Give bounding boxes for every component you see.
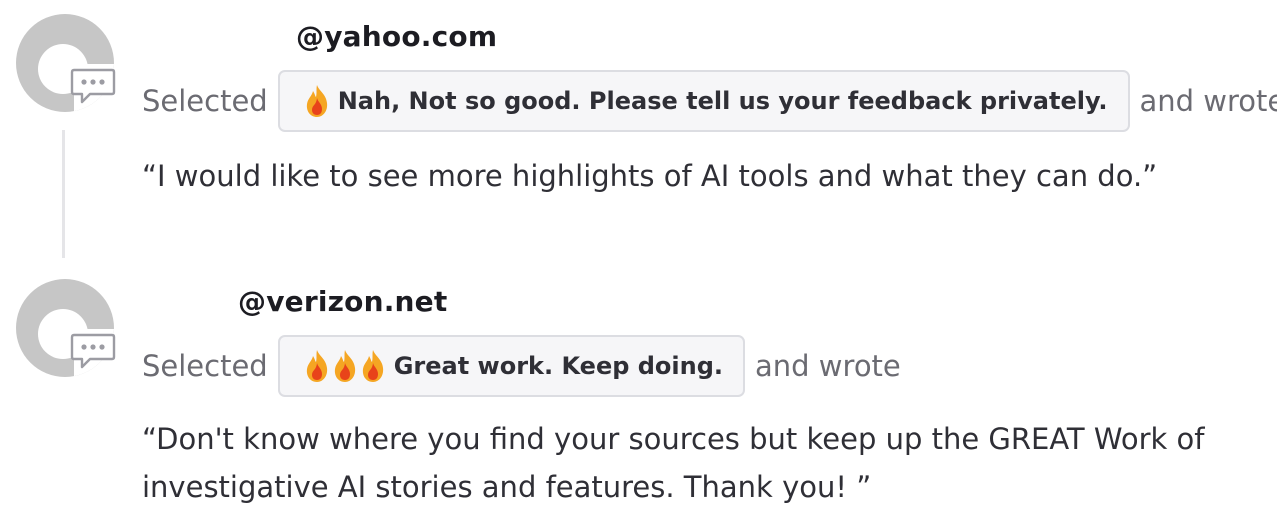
thread-connector <box>62 130 65 258</box>
selected-label: Selected <box>142 84 268 118</box>
feedback-feed: @yahoo.com Selected Nah, Not so good. Pl… <box>0 0 1277 522</box>
reaction-flames <box>304 84 332 118</box>
flame-icon <box>306 350 327 382</box>
wrote-label: and wrote <box>1139 84 1277 118</box>
comment-bubble-icon[interactable] <box>70 68 116 108</box>
feedback-entry: @verizon.net Selected Great work. Keep d… <box>0 265 1277 522</box>
user-handle[interactable]: @yahoo.com <box>296 20 497 53</box>
comment-bubble-icon[interactable] <box>70 333 116 373</box>
user-handle[interactable]: @verizon.net <box>238 285 447 318</box>
reaction-label: Great work. Keep doing. <box>393 352 724 380</box>
reaction-pill[interactable]: Great work. Keep doing. <box>277 335 746 397</box>
feedback-entry: @yahoo.com Selected Nah, Not so good. Pl… <box>0 0 1277 265</box>
flame-icon <box>306 85 327 117</box>
flame-icon <box>334 350 355 382</box>
wrote-label: and wrote <box>755 349 901 383</box>
reaction-pill[interactable]: Nah, Not so good. Please tell us your fe… <box>277 70 1130 132</box>
comment-text: “Don't know where you find your sources … <box>142 422 1205 504</box>
comment-text: “I would like to see more highlights of … <box>142 159 1158 193</box>
reaction-label: Nah, Not so good. Please tell us your fe… <box>337 87 1108 115</box>
selection-line: Selected Great work. Keep doing. and wro… <box>142 333 901 399</box>
reaction-flames <box>304 349 388 383</box>
selection-line: Selected Nah, Not so good. Please tell u… <box>142 68 1277 134</box>
selected-label: Selected <box>142 349 268 383</box>
flame-icon <box>362 350 383 382</box>
